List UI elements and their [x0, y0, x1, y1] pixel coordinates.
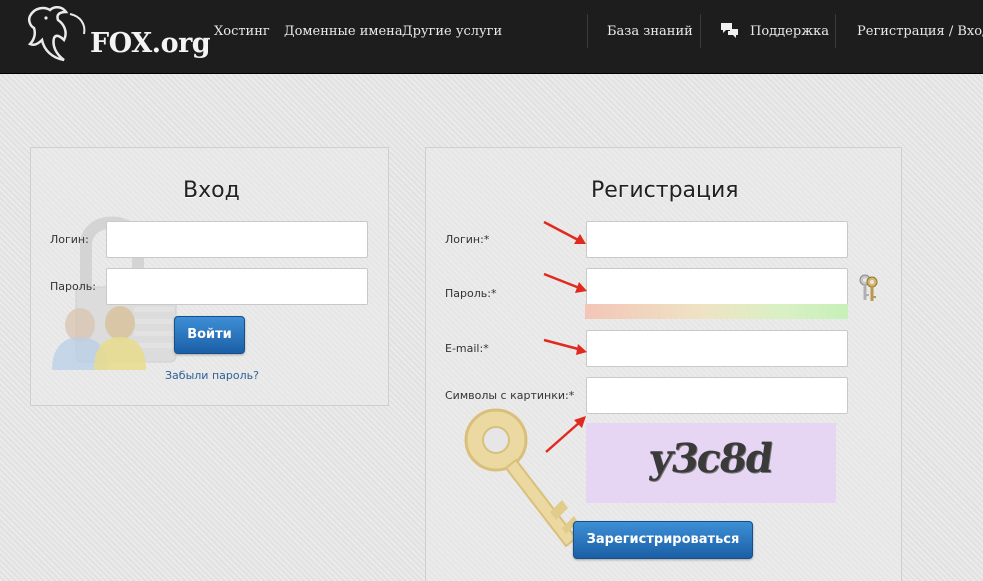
top-header: FOX.org Хостинг Доменные имена Другие ус… — [0, 0, 983, 74]
horse-logo-icon — [27, 6, 86, 62]
register-captcha-input[interactable] — [586, 377, 848, 414]
nav-divider — [700, 14, 701, 48]
red-arrow-icon — [543, 338, 587, 355]
red-arrow-icon — [543, 220, 586, 244]
login-password-input[interactable] — [106, 268, 368, 305]
red-arrow-icon — [543, 272, 587, 293]
logo-text: FOX.org — [90, 28, 211, 59]
login-username-label: Логин: — [50, 233, 89, 246]
register-password-label: Пароль:* — [445, 287, 497, 300]
password-strength-bar — [585, 304, 848, 319]
keys-icon[interactable] — [857, 273, 879, 303]
register-email-input[interactable] — [586, 330, 848, 367]
site-logo[interactable]: FOX.org — [24, 6, 211, 64]
red-arrow-icon — [545, 416, 586, 453]
nav-divider — [835, 14, 836, 48]
nav-other-services[interactable]: Другие услуги — [402, 24, 502, 39]
register-password-input[interactable] — [586, 268, 848, 305]
register-username-label: Логин:* — [445, 233, 490, 246]
register-email-label: E-mail:* — [445, 342, 489, 355]
register-username-input[interactable] — [586, 221, 848, 258]
captcha-text: y3c8d — [646, 435, 775, 482]
nav-support[interactable]: Поддержка — [750, 24, 829, 39]
login-password-label: Пароль: — [50, 280, 96, 293]
login-username-input[interactable] — [106, 221, 368, 258]
nav-hosting[interactable]: Хостинг — [214, 24, 270, 39]
register-button[interactable]: Зарегистрироваться — [573, 521, 753, 559]
register-captcha-label: Символы с картинки:* — [445, 389, 575, 402]
nav-divider — [587, 14, 588, 48]
register-title: Регистрация — [591, 178, 739, 203]
nav-knowledge-base[interactable]: База знаний — [607, 24, 693, 39]
login-title: Вход — [183, 178, 240, 203]
forgot-password-link[interactable]: Забыли пароль? — [165, 369, 259, 382]
nav-auth[interactable]: Регистрация / Вход — [857, 24, 983, 39]
nav-domains[interactable]: Доменные имена — [284, 24, 403, 39]
login-button[interactable]: Войти — [174, 316, 245, 354]
chat-bubbles-icon — [721, 23, 738, 38]
